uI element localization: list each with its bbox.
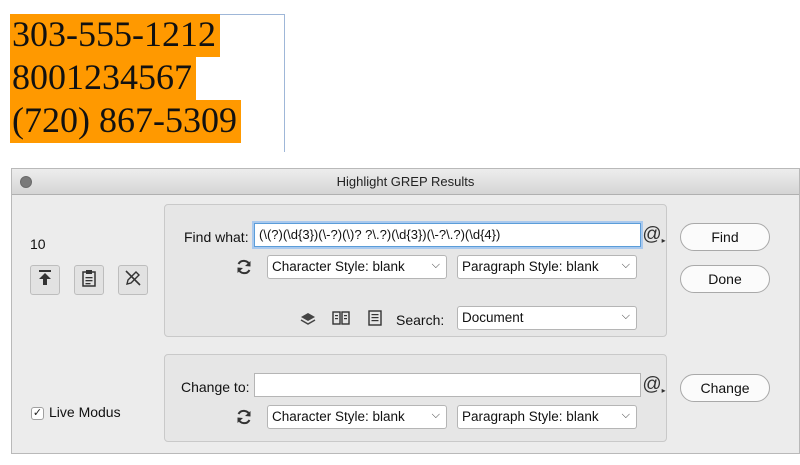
find-paragraph-style-select[interactable]: Paragraph Style: blank ⌵ <box>457 255 637 279</box>
find-button[interactable]: Find <box>680 223 770 251</box>
at-special-icon[interactable]: @ ▸ <box>642 374 666 396</box>
find-what-label: Find what: <box>184 229 249 245</box>
jump-to-result-button[interactable] <box>30 265 60 295</box>
no-edit-icon <box>124 269 142 292</box>
live-mode-label: Live Modus <box>49 404 121 420</box>
change-paragraph-style-value: Paragraph Style: blank <box>462 409 599 424</box>
chevron-down-icon: ⌵ <box>621 259 630 271</box>
chevron-down-icon: ⌵ <box>621 310 630 322</box>
search-scope-value: Document <box>462 310 524 325</box>
change-panel: Change to: @ ▸ Character Style: blank ⌵ Pa… <box>164 354 667 442</box>
change-to-label: Change to: <box>181 379 250 395</box>
submenu-arrow-icon: ▸ <box>661 235 666 245</box>
phone-line-2: 8001234567 <box>10 57 196 100</box>
change-button[interactable]: Change <box>680 374 770 402</box>
search-scope-select[interactable]: Document ⌵ <box>457 306 637 330</box>
title-bar: Highlight GREP Results <box>12 169 799 195</box>
change-character-style-select[interactable]: Character Style: blank ⌵ <box>267 405 447 429</box>
chevron-down-icon: ⌵ <box>621 409 630 421</box>
layers-icon[interactable] <box>299 310 317 328</box>
find-panel: Find what: (\(?)(\d{3})(\-?)(\)? ?\.?)(\… <box>164 204 667 337</box>
live-mode-checkbox[interactable]: ✓ <box>31 407 44 420</box>
clipboard-button[interactable] <box>74 265 104 295</box>
result-count: 10 <box>30 236 46 252</box>
phone-line-3: (720) 867-5309 <box>10 100 241 143</box>
jump-to-icon <box>37 269 53 292</box>
find-paragraph-style-value: Paragraph Style: blank <box>462 259 599 274</box>
at-special-icon[interactable]: @ ▸ <box>642 224 666 246</box>
change-paragraph-style-select[interactable]: Paragraph Style: blank ⌵ <box>457 405 637 429</box>
chevron-down-icon: ⌵ <box>431 409 440 421</box>
document-icon[interactable] <box>366 309 384 327</box>
book-icon[interactable] <box>332 309 350 327</box>
find-what-input[interactable]: (\(?)(\d{3})(\-?)(\)? ?\.?)(\d{3})(\-?\.… <box>254 223 641 247</box>
change-character-style-value: Character Style: blank <box>272 409 405 424</box>
change-to-input[interactable] <box>254 373 641 397</box>
find-character-style-select[interactable]: Character Style: blank ⌵ <box>267 255 447 279</box>
dialog-title: Highlight GREP Results <box>336 174 475 189</box>
done-button[interactable]: Done <box>680 265 770 293</box>
highlight-grep-dialog: Highlight GREP Results 10 ✓ Live Modus F… <box>11 168 800 454</box>
refresh-icon[interactable] <box>234 257 254 277</box>
special-characters-glyph: @ <box>642 374 662 395</box>
clipboard-icon <box>81 269 97 292</box>
clear-highlight-button[interactable] <box>118 265 148 295</box>
find-character-style-value: Character Style: blank <box>272 259 405 274</box>
special-characters-glyph: @ <box>642 224 662 245</box>
search-label: Search: <box>396 312 445 328</box>
refresh-icon[interactable] <box>234 407 254 427</box>
submenu-arrow-icon: ▸ <box>661 385 666 395</box>
phone-line-1: 303-555-1212 <box>10 14 220 57</box>
chevron-down-icon: ⌵ <box>431 259 440 271</box>
